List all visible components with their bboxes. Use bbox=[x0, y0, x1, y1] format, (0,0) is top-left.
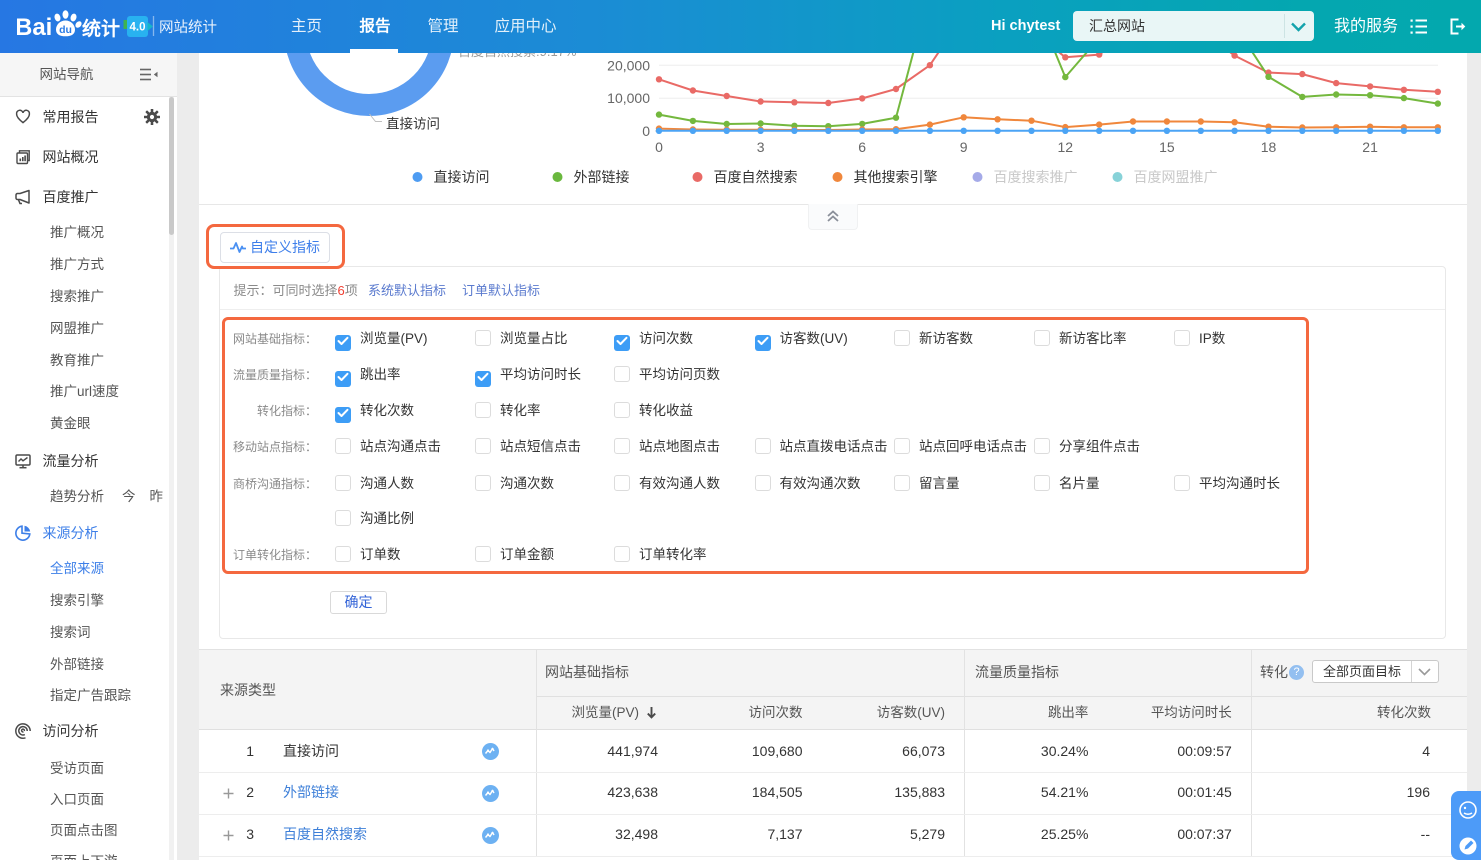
svg-text:12: 12 bbox=[1058, 139, 1074, 155]
svg-text:9: 9 bbox=[960, 139, 968, 155]
svg-text:Bai: Bai bbox=[17, 14, 52, 41]
svg-text:21: 21 bbox=[1362, 139, 1378, 155]
svg-text:外部链接: 外部链接 bbox=[574, 169, 630, 185]
svg-text:统计: 统计 bbox=[82, 17, 120, 40]
svg-text:网站统计: 网站统计 bbox=[159, 19, 217, 36]
svg-text:百度搜索推广: 百度搜索推广 bbox=[994, 169, 1078, 185]
svg-text:15: 15 bbox=[1159, 139, 1175, 155]
svg-text:3: 3 bbox=[757, 139, 765, 155]
svg-text:直接访问: 直接访问 bbox=[386, 116, 440, 132]
svg-text:百度网盟推广: 百度网盟推广 bbox=[1134, 169, 1218, 185]
svg-text:0: 0 bbox=[642, 123, 650, 139]
svg-text:其他搜索引擎: 其他搜索引擎 bbox=[854, 169, 938, 185]
svg-text:6: 6 bbox=[858, 139, 866, 155]
svg-text:20,000: 20,000 bbox=[607, 57, 650, 73]
svg-text:百度自然搜索: 百度自然搜索 bbox=[714, 169, 798, 185]
svg-text:4.0: 4.0 bbox=[130, 22, 146, 34]
svg-text:直接访问: 直接访问 bbox=[434, 169, 490, 185]
svg-text:0: 0 bbox=[655, 139, 663, 155]
svg-text:10,000: 10,000 bbox=[607, 90, 650, 106]
svg-text:18: 18 bbox=[1261, 139, 1277, 155]
svg-text:du: du bbox=[59, 24, 72, 36]
